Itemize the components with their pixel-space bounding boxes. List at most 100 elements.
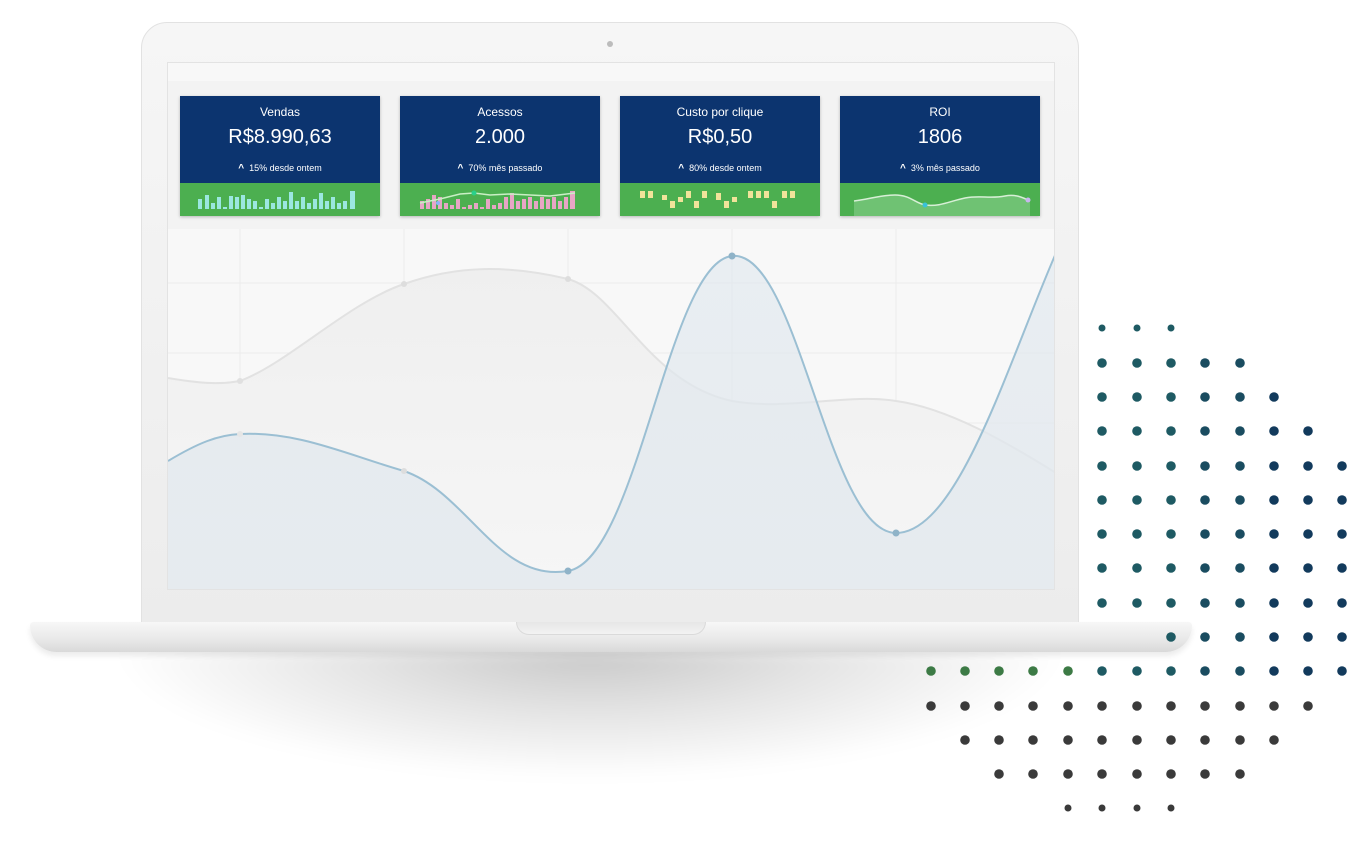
decorative-dot — [1337, 461, 1347, 471]
decorative-dot — [1303, 666, 1313, 676]
decorative-dot — [1200, 461, 1210, 471]
decorative-dot — [1166, 735, 1176, 745]
decorative-dot — [1097, 666, 1107, 676]
decorative-dot — [926, 701, 936, 711]
decorative-dot — [1235, 769, 1245, 779]
decorative-dot — [1235, 529, 1245, 539]
decorative-dot — [1303, 426, 1313, 436]
decorative-dot — [1235, 563, 1245, 573]
decorative-dot — [1132, 495, 1142, 505]
decorative-dot — [1166, 563, 1176, 573]
decorative-dot — [1064, 804, 1072, 812]
decorative-dot — [1063, 701, 1073, 711]
decorative-dot — [1097, 769, 1107, 779]
decorative-dot — [1132, 598, 1142, 608]
decorative-dot — [1166, 666, 1176, 676]
decorative-dot — [1132, 358, 1142, 368]
decorative-dot — [1337, 495, 1347, 505]
decorative-dot — [1337, 529, 1347, 539]
decorative-dot — [1132, 769, 1142, 779]
decorative-dot — [926, 666, 936, 676]
decorative-dot — [1269, 666, 1279, 676]
decorative-dot — [1132, 563, 1142, 573]
decorative-dot — [1303, 701, 1313, 711]
decorative-dot — [994, 769, 1004, 779]
decorative-dot — [1132, 666, 1142, 676]
decorative-dot — [1097, 495, 1107, 505]
decorative-dot — [1028, 666, 1038, 676]
decorative-dot — [1200, 563, 1210, 573]
decorative-dot — [1028, 735, 1038, 745]
decorative-dot — [1269, 632, 1279, 642]
decorative-dot — [1133, 804, 1141, 812]
decorative-dot — [1303, 529, 1313, 539]
decorative-dot — [1235, 735, 1245, 745]
decorative-dot — [1097, 735, 1107, 745]
decorative-dot — [1235, 598, 1245, 608]
decorative-dot — [1063, 735, 1073, 745]
decorative-dot — [1166, 392, 1176, 402]
decorative-dot — [1200, 426, 1210, 436]
decorative-dot — [1200, 769, 1210, 779]
decorative-dot — [1028, 701, 1038, 711]
decorative-dot-grid — [926, 324, 1347, 812]
decorative-dot — [1235, 632, 1245, 642]
decorative-dot — [1235, 666, 1245, 676]
decorative-dot — [1200, 701, 1210, 711]
decorative-dot — [1166, 701, 1176, 711]
decorative-dot — [1303, 632, 1313, 642]
decorative-dot — [1200, 392, 1210, 402]
decorative-dot — [1097, 598, 1107, 608]
decorative-dot — [1235, 701, 1245, 711]
decorative-dot — [1166, 426, 1176, 436]
decorative-dot — [1166, 598, 1176, 608]
decorative-dot — [1097, 529, 1107, 539]
decorative-dot — [1269, 735, 1279, 745]
decorative-dot — [1235, 358, 1245, 368]
decorative-dot — [994, 735, 1004, 745]
decorative-dot — [1166, 632, 1176, 642]
decorative-dot — [1235, 495, 1245, 505]
decorative-dot — [1337, 632, 1347, 642]
decorative-dot — [1097, 392, 1107, 402]
decorative-dot — [1337, 563, 1347, 573]
decorative-dot — [1269, 495, 1279, 505]
decorative-dot — [1097, 358, 1107, 368]
decorative-dot — [994, 701, 1004, 711]
decorative-dot — [1269, 701, 1279, 711]
decorative-dot — [1269, 529, 1279, 539]
decorative-dot — [1132, 529, 1142, 539]
decorative-dot — [1097, 426, 1107, 436]
decorative-dot — [1303, 598, 1313, 608]
decorative-dot — [1063, 666, 1073, 676]
decorative-dot — [1132, 426, 1142, 436]
decorative-dot — [1166, 769, 1176, 779]
decorative-dot — [1063, 769, 1073, 779]
decorative-dot — [1200, 495, 1210, 505]
decorative-dot — [1303, 495, 1313, 505]
dot-grid-circles — [926, 324, 1347, 812]
decorative-dot — [1167, 324, 1175, 332]
decorative-dot — [1269, 392, 1279, 402]
decorative-dot — [1269, 563, 1279, 573]
decorative-dot — [1097, 701, 1107, 711]
decorative-dot — [1166, 529, 1176, 539]
decorative-dot — [1303, 563, 1313, 573]
decorative-dot — [960, 666, 970, 676]
decorative-dot — [1098, 324, 1106, 332]
decorative-dot — [1235, 461, 1245, 471]
decorative-dot — [960, 735, 970, 745]
decorative-dot — [1097, 461, 1107, 471]
decorative-dot — [1200, 598, 1210, 608]
decorative-dot — [1269, 598, 1279, 608]
decorative-dot — [1269, 426, 1279, 436]
decorative-dot — [994, 666, 1004, 676]
decorative-dot — [1166, 495, 1176, 505]
decorative-dot — [1269, 461, 1279, 471]
decorative-dot — [1133, 324, 1141, 332]
decorative-dot — [1200, 735, 1210, 745]
decorative-dot — [1166, 461, 1176, 471]
decorative-dot — [1337, 666, 1347, 676]
decorative-dot — [1235, 392, 1245, 402]
decorative-dot — [1200, 666, 1210, 676]
